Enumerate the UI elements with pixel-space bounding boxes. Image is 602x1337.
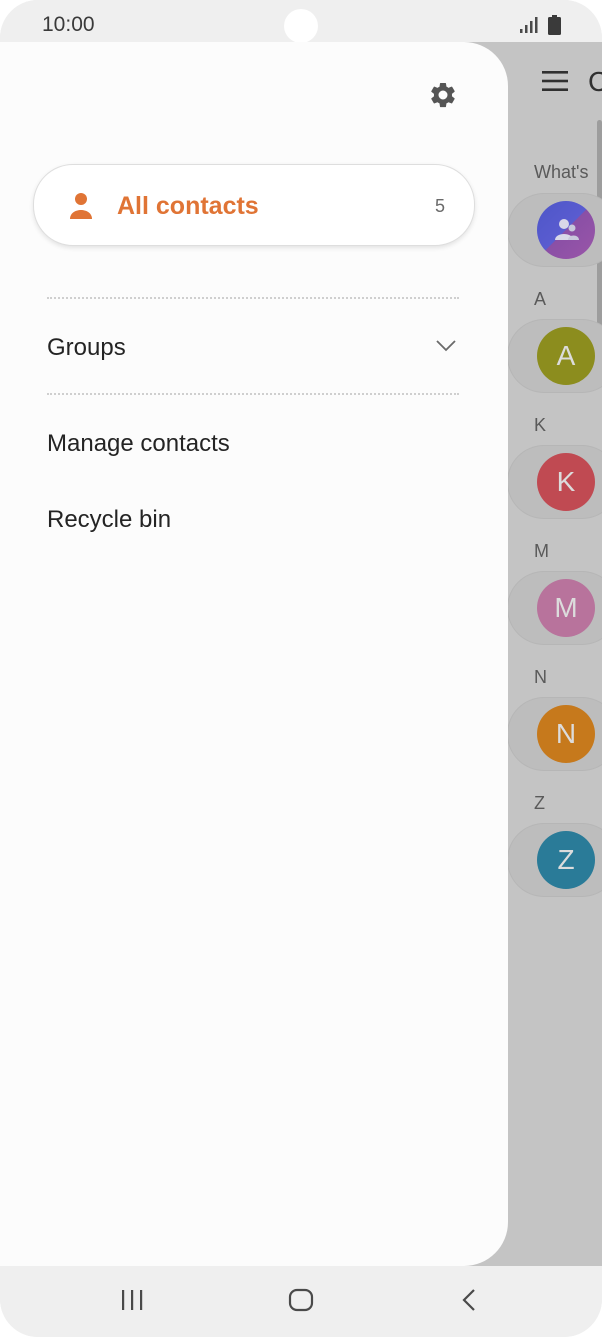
people-icon xyxy=(555,219,579,240)
person-icon xyxy=(69,192,93,225)
contact-card[interactable]: Z xyxy=(508,824,602,896)
manage-contacts-item[interactable]: Manage contacts xyxy=(47,430,230,458)
contact-card[interactable]: M xyxy=(508,572,602,644)
status-bar: 10:00 xyxy=(0,0,602,44)
contact-avatar: A xyxy=(537,327,595,385)
navigation-drawer: All contacts 5 Groups Manage contacts Re… xyxy=(0,42,508,1266)
all-contacts-label: All contacts xyxy=(117,192,259,220)
contact-card[interactable]: N xyxy=(508,698,602,770)
all-contacts-item[interactable]: All contacts 5 xyxy=(33,164,475,246)
section-header: Z xyxy=(534,793,545,813)
section-header: K xyxy=(534,415,547,435)
back-icon[interactable] xyxy=(460,1288,478,1317)
camera-cutout xyxy=(284,9,318,43)
battery-icon xyxy=(548,15,561,40)
contact-card[interactable]: K xyxy=(508,446,602,518)
divider xyxy=(47,393,459,395)
chevron-down-icon[interactable] xyxy=(435,339,457,358)
groups-item[interactable]: Groups xyxy=(47,334,126,362)
contact-avatar: M xyxy=(537,579,595,637)
whats-new-header: What's xyxy=(534,162,589,182)
section-header: M xyxy=(534,541,549,561)
home-icon[interactable] xyxy=(288,1288,314,1317)
section-header: A xyxy=(534,289,547,309)
contact-avatar: N xyxy=(537,705,595,763)
contacts-count-badge: 5 xyxy=(434,196,445,216)
section-header: N xyxy=(534,667,547,687)
phone-screen: 10:00 C What's A A K K M M N N Z Z All c… xyxy=(0,0,602,1337)
status-time: 10:00 xyxy=(42,13,95,36)
gear-icon[interactable] xyxy=(428,80,458,115)
group-avatar xyxy=(537,201,595,259)
divider xyxy=(47,297,459,299)
recent-apps-icon[interactable] xyxy=(120,1288,144,1317)
contacts-title: C xyxy=(588,66,602,97)
contact-avatar: Z xyxy=(537,831,595,889)
contact-avatar: K xyxy=(537,453,595,511)
signal-icon xyxy=(520,17,538,38)
contact-card[interactable]: A xyxy=(508,320,602,392)
recycle-bin-item[interactable]: Recycle bin xyxy=(47,506,171,534)
menu-icon[interactable] xyxy=(542,70,568,97)
system-nav-bar xyxy=(0,1266,602,1337)
whats-new-card[interactable] xyxy=(508,194,602,266)
